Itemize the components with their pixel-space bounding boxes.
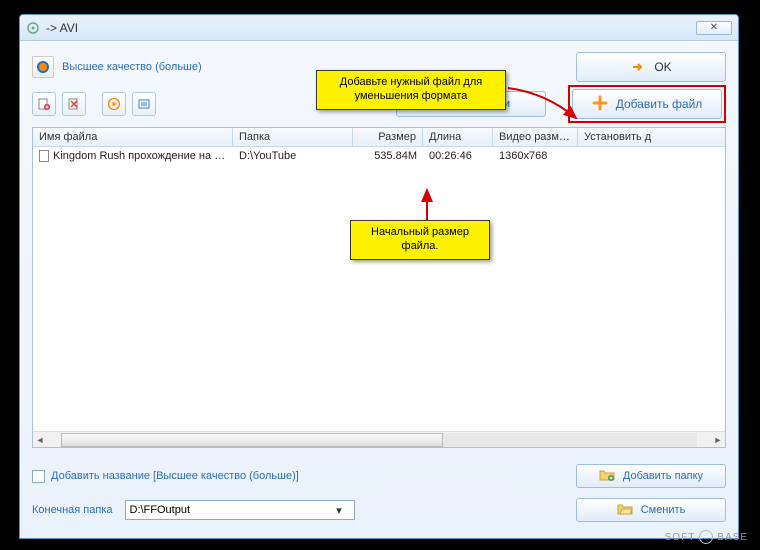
chevron-down-icon[interactable]: ▾ bbox=[336, 504, 350, 517]
cell-filename: Kingdom Rush прохождение на ПК ... bbox=[53, 150, 233, 162]
watermark-text2: BASE bbox=[717, 532, 748, 543]
col-size[interactable]: Размер bbox=[353, 128, 423, 146]
add-file-icon-button[interactable] bbox=[32, 92, 56, 116]
horizontal-scrollbar[interactable]: ◄ ► bbox=[33, 431, 725, 447]
plus-icon bbox=[592, 95, 608, 114]
col-videosize[interactable]: Видео размер bbox=[493, 128, 578, 146]
close-button[interactable]: ✕ bbox=[696, 21, 732, 35]
folder-plus-icon bbox=[599, 468, 615, 485]
quality-preset-link[interactable]: Высшее качество (больше) bbox=[62, 61, 202, 73]
cell-set bbox=[578, 147, 668, 165]
cell-size: 535.84M bbox=[353, 147, 423, 165]
col-filename[interactable]: Имя файла bbox=[33, 128, 233, 146]
ok-button[interactable]: OK bbox=[576, 52, 726, 82]
change-label: Сменить bbox=[641, 504, 686, 516]
table-row[interactable]: Kingdom Rush прохождение на ПК ... D:\Yo… bbox=[33, 147, 725, 165]
col-set[interactable]: Установить д bbox=[578, 128, 668, 146]
add-folder-label: Добавить папку bbox=[623, 470, 703, 482]
titlebar: -> AVI ✕ bbox=[20, 15, 738, 41]
output-path-value: D:\FFOutput bbox=[130, 504, 191, 516]
info-icon-button[interactable] bbox=[132, 92, 156, 116]
add-title-label[interactable]: Добавить название [Высшее качество (боль… bbox=[51, 470, 299, 482]
cell-videosize: 1360x768 bbox=[493, 147, 578, 165]
callout-mid: Начальный размер файла. bbox=[350, 220, 490, 260]
col-folder[interactable]: Папка bbox=[233, 128, 353, 146]
window-title: -> AVI bbox=[46, 21, 78, 35]
file-table: Имя файла Папка Размер Длина Видео разме… bbox=[32, 127, 726, 448]
output-path-combo[interactable]: D:\FFOutput ▾ bbox=[125, 500, 356, 520]
watermark-ring-icon bbox=[699, 530, 713, 544]
app-icon bbox=[26, 21, 40, 35]
add-title-checkbox[interactable] bbox=[32, 470, 45, 483]
format-avi-icon[interactable] bbox=[32, 56, 54, 78]
folder-open-icon bbox=[617, 502, 633, 519]
output-folder-label: Конечная папка bbox=[32, 504, 113, 516]
callout-arrow-top bbox=[506, 78, 586, 128]
callout-arrow-mid bbox=[415, 186, 445, 222]
watermark: SOFT BASE bbox=[665, 530, 748, 544]
scrollbar-thumb[interactable] bbox=[61, 433, 443, 447]
remove-file-icon-button[interactable] bbox=[62, 92, 86, 116]
play-icon-button[interactable] bbox=[102, 92, 126, 116]
col-duration[interactable]: Длина bbox=[423, 128, 493, 146]
add-file-highlight: Добавить файл bbox=[568, 85, 726, 123]
cell-folder: D:\YouTube bbox=[233, 147, 353, 165]
add-folder-button[interactable]: Добавить папку bbox=[576, 464, 726, 488]
scroll-right-icon[interactable]: ► bbox=[711, 433, 725, 447]
arrow-right-icon bbox=[630, 59, 646, 75]
scroll-left-icon[interactable]: ◄ bbox=[33, 433, 47, 447]
add-file-button[interactable]: Добавить файл bbox=[572, 89, 722, 119]
callout-top: Добавьте нужный файл для уменьшения форм… bbox=[316, 70, 506, 110]
file-icon bbox=[39, 150, 49, 162]
cell-duration: 00:26:46 bbox=[423, 147, 493, 165]
add-file-label: Добавить файл bbox=[616, 97, 703, 111]
change-folder-button[interactable]: Сменить bbox=[576, 498, 726, 522]
ok-label: OK bbox=[654, 60, 671, 74]
watermark-text1: SOFT bbox=[665, 532, 696, 543]
